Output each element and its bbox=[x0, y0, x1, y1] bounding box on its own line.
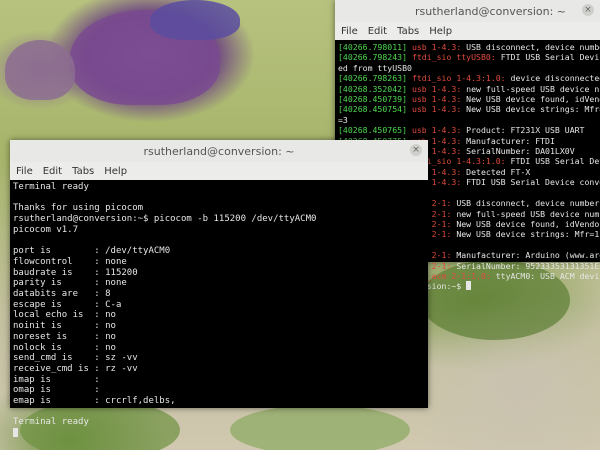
input-line[interactable] bbox=[13, 428, 425, 440]
terminal-line: picocom v1.7 bbox=[13, 224, 79, 235]
terminal-line: [40266.798263] ftdi_sio 1-4.3:1.0: devic… bbox=[338, 73, 600, 84]
log-device: usb 1-4.3: bbox=[411, 94, 462, 105]
menu-item-file[interactable]: File bbox=[341, 26, 358, 37]
log-device: usb 1-4.3: bbox=[411, 83, 462, 94]
terminal-line: flowcontrol : none bbox=[13, 256, 127, 267]
menu-item-help[interactable]: Help bbox=[429, 26, 452, 37]
terminal-line: [40268.450739] usb 1-4.3: New USB device… bbox=[338, 94, 600, 105]
log-message: new full-speed USB device number bbox=[466, 83, 600, 94]
menu-item-help[interactable]: Help bbox=[104, 166, 127, 177]
artichoke-flower bbox=[5, 40, 75, 100]
close-icon[interactable]: × bbox=[582, 4, 594, 16]
log-device: usb 1-4.3: bbox=[411, 125, 462, 136]
terminal-line: [40266.798243] ftdi_sio ttyUSB0: FTDI US… bbox=[338, 52, 600, 63]
log-timestamp: [40266.798263] bbox=[338, 73, 408, 84]
terminal-line: databits are : 8 bbox=[13, 289, 111, 300]
log-message: Detected FT-X bbox=[461, 166, 531, 177]
terminal-line: escape is : C-a bbox=[13, 299, 122, 310]
menu-item-edit[interactable]: Edit bbox=[43, 166, 62, 177]
terminal-line: Terminal ready bbox=[13, 417, 89, 428]
log-message: ttyACM0: USB ACM device bbox=[490, 270, 600, 281]
log-message: FTDI USB Serial Device c bbox=[510, 156, 600, 167]
terminal-line: parity is : none bbox=[13, 278, 127, 289]
log-message: USB disconnect, device number 2 bbox=[451, 198, 600, 209]
terminal-line: Terminal ready bbox=[13, 182, 89, 192]
window-title: rsutherland@conversion: ~ bbox=[414, 4, 566, 18]
log-message: New USB device strings: Mfr=1, Prod bbox=[456, 229, 600, 240]
artichoke-flower bbox=[150, 0, 240, 40]
text-cursor bbox=[466, 281, 472, 291]
terminal-line: baudrate is : 115200 bbox=[13, 267, 138, 278]
window-title: rsutherland@conversion: ~ bbox=[143, 144, 295, 158]
log-message: device disconnected bbox=[505, 73, 600, 84]
log-message: Manufacturer: FTDI bbox=[461, 135, 555, 146]
log-message: New USB device found, idVendor=0 bbox=[466, 94, 600, 105]
log-message: Manufacturer: Arduino (www.arduino.c bbox=[456, 250, 600, 261]
menu-item-tabs[interactable]: Tabs bbox=[397, 26, 419, 37]
window-titlebar[interactable]: rsutherland@conversion: ~ × bbox=[10, 140, 428, 162]
log-timestamp: [40266.798011] bbox=[338, 42, 408, 52]
log-message: FTDI USB Serial Device co bbox=[500, 52, 600, 63]
menu-bar: File Edit Tabs Help bbox=[10, 162, 428, 180]
log-device: ftdi_sio 1-4.3:1.0: bbox=[411, 73, 506, 84]
terminal-line: noreset is : no bbox=[13, 331, 116, 342]
terminal-line: ed from ttyUSB0 bbox=[338, 63, 597, 73]
log-device: usb 1-4.3: bbox=[411, 42, 462, 52]
terminal-line: [40266.798011] usb 1-4.3: USB disconnect… bbox=[338, 42, 600, 52]
log-message: SerialNumber: DA01LX0V bbox=[461, 146, 575, 157]
log-message: Product: FT231X USB UART bbox=[461, 125, 585, 136]
log-message: FTDI USB Serial Device converter bbox=[466, 177, 600, 188]
terminal-line: =3 bbox=[338, 115, 597, 125]
log-message: =3 bbox=[338, 114, 348, 125]
log-timestamp: [40268.450739] bbox=[338, 94, 408, 105]
log-timestamp: [40268.450754] bbox=[338, 104, 408, 115]
log-message: ed from ttyUSB0 bbox=[338, 62, 412, 73]
log-message: New USB device strings: Mfr=1, P bbox=[466, 104, 600, 115]
log-timestamp: [40266.798243] bbox=[338, 52, 408, 63]
terminal-line: emap is : crcrlf,delbs, bbox=[13, 396, 176, 407]
terminal-line: [40268.450765] usb 1-4.3: Product: FT231… bbox=[338, 125, 597, 135]
terminal-line: [40268.450754] usb 1-4.3: New USB device… bbox=[338, 104, 600, 115]
terminal-line: rsutherland@conversion:~$ picocom -b 115… bbox=[13, 214, 317, 225]
log-message: New USB device found, idVendor=2341 bbox=[456, 218, 600, 229]
menu-bar: File Edit Tabs Help bbox=[335, 22, 600, 40]
terminal-line: noinit is : no bbox=[13, 321, 116, 332]
menu-item-file[interactable]: File bbox=[16, 166, 33, 177]
terminal-line: imap is : bbox=[13, 374, 100, 385]
terminal-line: receive_cmd is : rz -vv bbox=[13, 363, 138, 374]
terminal-line: omap is : bbox=[13, 385, 100, 396]
log-message: new full-speed USB device number 4 bbox=[456, 208, 600, 219]
close-icon[interactable]: × bbox=[410, 144, 422, 156]
terminal-line: local echo is : no bbox=[13, 310, 116, 321]
log-message: SerialNumber: 95233353131351E0E0F0 bbox=[456, 260, 600, 271]
menu-item-tabs[interactable]: Tabs bbox=[72, 166, 94, 177]
log-timestamp: [40268.352042] bbox=[338, 83, 408, 94]
window-titlebar[interactable]: rsutherland@conversion: ~ × bbox=[335, 0, 600, 22]
terminal-window-picocom[interactable]: rsutherland@conversion: ~ × File Edit Tabs… bbox=[10, 140, 428, 438]
terminal-line: send_cmd is : sz -vv bbox=[13, 353, 138, 364]
terminal-line: Thanks for using picocom bbox=[13, 203, 144, 214]
log-message: USB disconnect, device number 5 bbox=[466, 42, 600, 52]
terminal-line: nolock is : no bbox=[13, 342, 116, 353]
terminal-line: port is : /dev/ttyACM0 bbox=[13, 246, 171, 257]
terminal-output[interactable]: Terminal ready Thanks for using picocom r… bbox=[10, 180, 428, 442]
log-device: ftdi_sio ttyUSB0: bbox=[411, 52, 496, 63]
log-device: usb 1-4.3: bbox=[411, 104, 462, 115]
text-cursor bbox=[13, 428, 18, 438]
terminal-line: [40268.352042] usb 1-4.3: new full-speed… bbox=[338, 83, 600, 94]
menu-item-edit[interactable]: Edit bbox=[368, 26, 387, 37]
log-timestamp: [40268.450765] bbox=[338, 125, 408, 136]
